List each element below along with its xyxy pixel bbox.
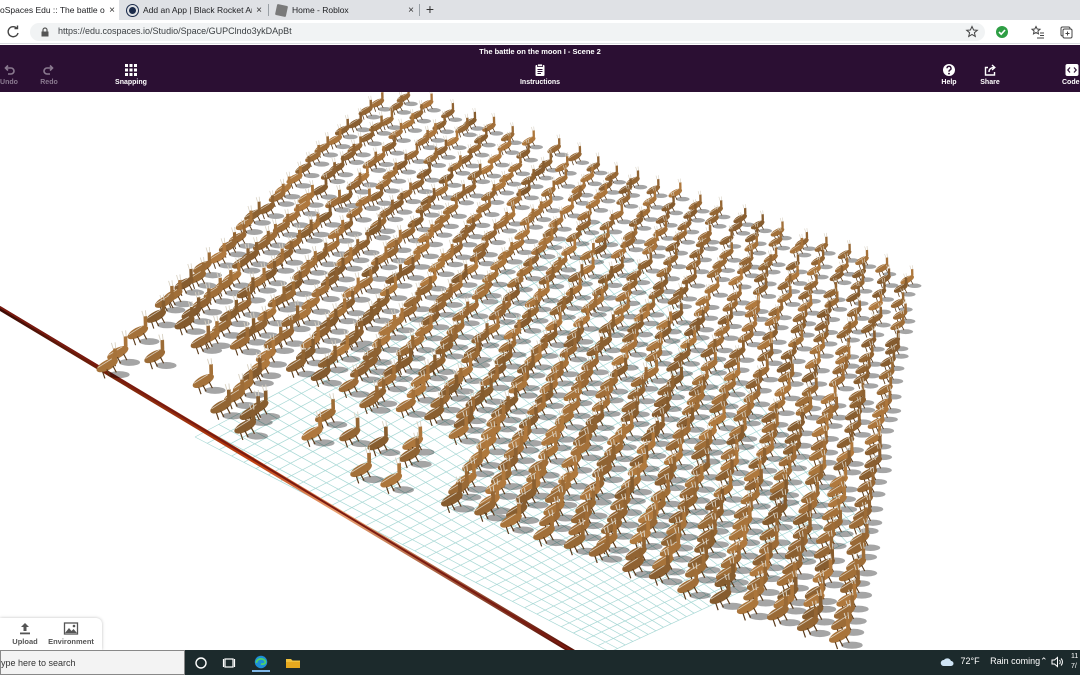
- undo-button[interactable]: Undo: [0, 63, 18, 86]
- url-text[interactable]: https://edu.cospaces.io/Studio/Space/GUP…: [58, 26, 292, 36]
- environment-button[interactable]: Environment: [46, 622, 96, 646]
- undo-label: Undo: [0, 79, 18, 86]
- search-placeholder: ype here to search: [1, 658, 76, 668]
- new-tab-button[interactable]: +: [421, 0, 439, 20]
- star-icon[interactable]: [965, 25, 979, 39]
- redo-icon: [43, 64, 54, 75]
- code-button[interactable]: Code: [1062, 63, 1080, 86]
- weather-text: Rain coming: [990, 656, 1041, 666]
- reload-icon[interactable]: [4, 23, 22, 41]
- url-box[interactable]: https://edu.cospaces.io/Studio/Space/GUP…: [30, 23, 985, 41]
- system-clock[interactable]: 11 7/: [1071, 652, 1078, 672]
- roblox-favicon-icon: [274, 3, 289, 17]
- x-axis-line: [0, 306, 575, 650]
- environment-label: Environment: [48, 637, 94, 646]
- share-icon: [984, 64, 996, 76]
- collections-icon[interactable]: [1058, 24, 1074, 40]
- weather-widget[interactable]: 72°F Rain coming: [940, 656, 1048, 667]
- snapping-label: Snapping: [115, 79, 147, 86]
- snapping-grid-icon: [125, 64, 137, 76]
- bottom-left-panel: Upload Environment: [0, 618, 102, 650]
- upload-button[interactable]: Upload: [8, 622, 42, 646]
- windows-taskbar: ype here to search 72°F Rain coming ⌃ 11…: [0, 650, 1080, 675]
- favorites-icon[interactable]: [1030, 24, 1046, 40]
- share-button[interactable]: Share: [977, 63, 1003, 86]
- close-icon[interactable]: ×: [404, 5, 418, 16]
- share-label: Share: [980, 79, 1000, 86]
- tab-separator: [268, 4, 269, 16]
- tab-black-rocket[interactable]: Add an App | Black Rocket Arcade ×: [121, 0, 266, 20]
- animal-herd[interactable]: [88, 92, 922, 650]
- instructions-button[interactable]: Instructions: [516, 63, 564, 86]
- snapping-button[interactable]: Snapping: [112, 63, 150, 86]
- tab-title: Home - Roblox: [292, 5, 349, 15]
- cloud-rain-icon: [940, 657, 954, 666]
- redo-button[interactable]: Redo: [36, 63, 62, 86]
- help-button[interactable]: Help: [938, 63, 960, 86]
- tab-roblox[interactable]: Home - Roblox ×: [270, 0, 418, 20]
- lock-icon[interactable]: [40, 27, 50, 37]
- code-icon: [1065, 64, 1079, 76]
- tab-separator: [419, 4, 420, 16]
- clipboard-icon: [535, 63, 545, 76]
- close-icon[interactable]: ×: [252, 5, 266, 16]
- upload-icon: [20, 623, 30, 635]
- address-bar-row: https://edu.cospaces.io/Studio/Space/GUP…: [0, 20, 1080, 44]
- redo-label: Redo: [40, 79, 58, 86]
- taskbar-search-box[interactable]: ype here to search: [0, 650, 185, 675]
- scene-canvas[interactable]: [0, 92, 1080, 650]
- volume-icon[interactable]: [1050, 655, 1064, 669]
- herd-bodies[interactable]: [88, 92, 920, 650]
- instructions-label: Instructions: [519, 79, 561, 86]
- upload-label: Upload: [12, 637, 38, 646]
- tray-chevron-up-icon[interactable]: ⌃: [1040, 656, 1048, 667]
- tab-title: Add an App | Black Rocket Arcade: [143, 5, 252, 15]
- environment-landscape-icon: [63, 622, 79, 635]
- tab-cospaces[interactable]: oSpaces Edu :: The battle on the moon I …: [0, 0, 119, 20]
- undo-icon: [4, 64, 15, 75]
- black-rocket-favicon-icon: [127, 4, 138, 16]
- scene-title: The battle on the moon I - Scene 2: [479, 47, 601, 56]
- clock-time: 11: [1071, 653, 1079, 660]
- extension-check-icon[interactable]: [994, 24, 1010, 40]
- close-icon[interactable]: ×: [105, 5, 119, 16]
- task-view-icon[interactable]: [221, 654, 239, 672]
- scene-3d-view[interactable]: [0, 92, 1080, 650]
- browser-tab-strip: oSpaces Edu :: The battle on the moon I …: [0, 0, 1080, 20]
- weather-temp: 72°F: [960, 656, 980, 666]
- axis-bar: [0, 306, 575, 650]
- edge-browser-icon[interactable]: [252, 654, 270, 672]
- task-view-circle-icon[interactable]: [192, 654, 210, 672]
- help-label: Help: [941, 79, 957, 86]
- app-header: The battle on the moon I - Scene 2 Undo …: [0, 45, 1080, 92]
- clock-date: 7/: [1071, 663, 1077, 670]
- help-icon: [943, 64, 955, 76]
- tab-title: oSpaces Edu :: The battle on the moon I …: [0, 5, 105, 15]
- code-label: Code: [1062, 79, 1080, 86]
- file-explorer-icon[interactable]: [284, 654, 302, 672]
